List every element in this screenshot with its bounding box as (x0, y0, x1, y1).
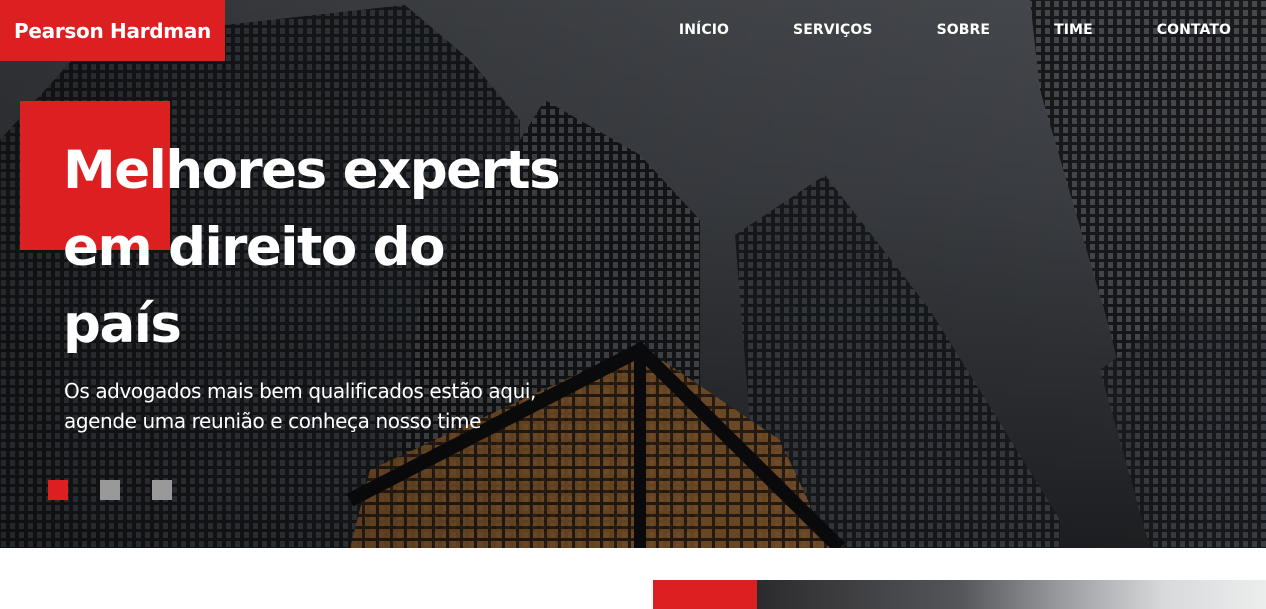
hero-subtitle-line: agende uma reunião e conheça nosso time (64, 409, 481, 433)
nav-link-time[interactable]: TIME (1054, 22, 1093, 38)
hero-section: Pearson Hardman INÍCIO SERVIÇOS SOBRE TI… (0, 0, 1266, 548)
slider-dots (48, 480, 204, 500)
nav-link-inicio[interactable]: INÍCIO (679, 22, 729, 38)
slider-dot-2[interactable] (100, 480, 120, 500)
hero-subtitle: Os advogados mais bem qualificados estão… (64, 376, 584, 436)
nav-link-contato[interactable]: CONTATO (1157, 22, 1231, 38)
main-nav: INÍCIO SERVIÇOS SOBRE TIME CONTATO (679, 22, 1231, 38)
hero-headline-line: país (63, 294, 182, 355)
hero-subtitle-line: Os advogados mais bem qualificados estão… (64, 379, 536, 403)
hero-headline: Melhores experts em direito do país (63, 132, 603, 363)
section-accent-block (653, 580, 757, 609)
hero-headline-line: em direito do (63, 217, 446, 278)
section-image (757, 580, 1266, 609)
logo-text: Pearson Hardman (14, 18, 211, 43)
slider-dot-1[interactable] (48, 480, 68, 500)
site-logo[interactable]: Pearson Hardman (0, 0, 225, 61)
nav-link-servicos[interactable]: SERVIÇOS (793, 22, 873, 38)
slider-dot-3[interactable] (152, 480, 172, 500)
nav-link-sobre[interactable]: SOBRE (937, 22, 991, 38)
hero-headline-line: Melhores experts (63, 140, 561, 201)
